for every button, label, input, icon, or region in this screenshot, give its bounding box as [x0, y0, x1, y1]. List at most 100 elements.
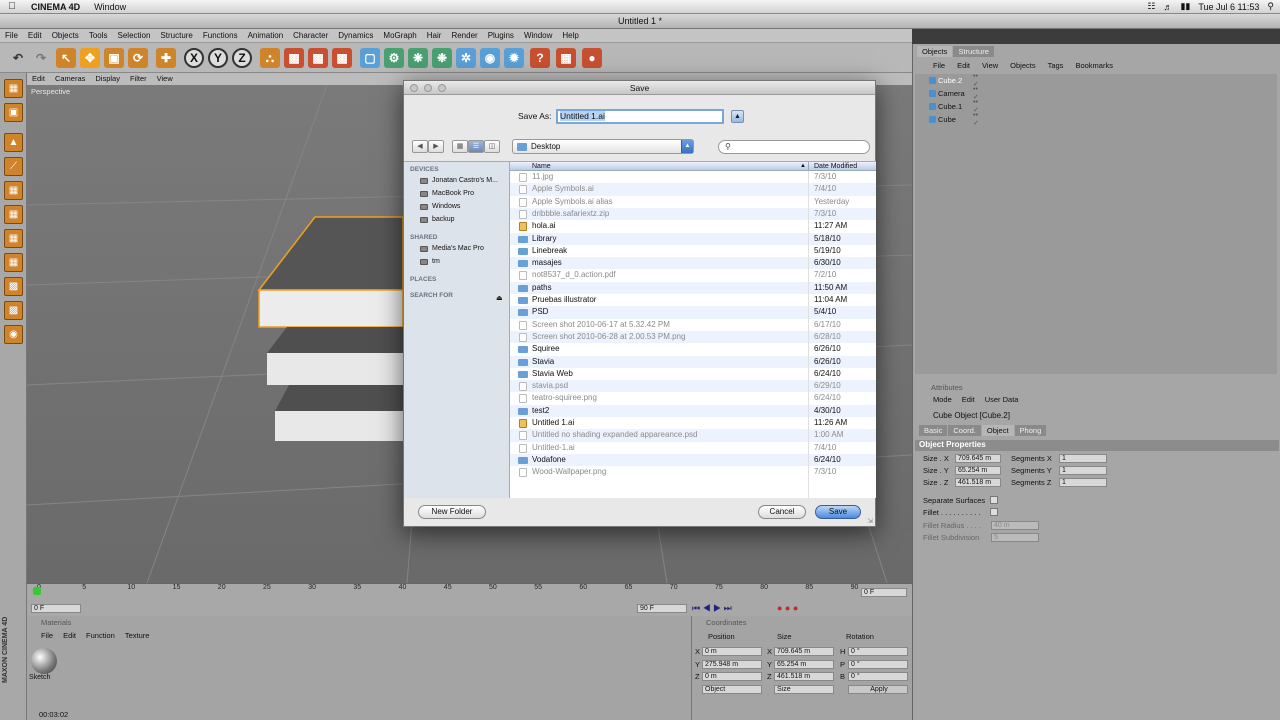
app-menu-item[interactable]: MoGraph	[378, 29, 421, 42]
rotation-field[interactable]: 0 °	[848, 659, 908, 669]
menu-app-name[interactable]: CINEMA 4D	[24, 2, 87, 12]
objects-menu-item[interactable]: Edit	[957, 61, 970, 70]
sidebar-device-item[interactable]: Jonatan Castro's M...	[420, 177, 498, 184]
size-field[interactable]: 65.254 m	[774, 659, 834, 669]
viewport-menu-item[interactable]: Cameras	[50, 73, 90, 85]
select-tool-icon[interactable]: ↖	[56, 48, 76, 68]
app-menu-item[interactable]: Animation	[243, 29, 289, 42]
coord-mode-select[interactable]: Object	[702, 685, 762, 694]
scene-icon[interactable]: ✲	[456, 48, 476, 68]
object-mode-icon[interactable]: ▣	[4, 103, 23, 122]
playhead[interactable]	[33, 587, 41, 595]
segments-x-field[interactable]: 1	[1059, 454, 1107, 463]
attributes-tab[interactable]: Basic	[919, 425, 948, 436]
layout-icon[interactable]: ▦	[556, 48, 576, 68]
search-for-heading[interactable]: SEARCH FOR	[410, 292, 453, 299]
position-field[interactable]: 0 m	[702, 672, 762, 681]
file-row[interactable]: masajes 6/30/10	[510, 257, 876, 270]
size-mode-select[interactable]: Size	[774, 685, 834, 694]
file-list[interactable]: Name ▲ Date Modified 11.jpg 7/3/10 Apple S…	[510, 161, 876, 498]
size-x-field[interactable]: 709.645 m	[955, 454, 1001, 463]
battery-icon[interactable]: ▮▮	[1180, 1, 1190, 12]
viewport-menu-item[interactable]: View	[152, 73, 178, 85]
render-settings-icon[interactable]: ▩	[332, 48, 352, 68]
app-menu-item[interactable]: Objects	[47, 29, 84, 42]
file-row[interactable]: Squiree 6/26/10	[510, 343, 876, 355]
viewport-menu-item[interactable]: Edit	[27, 73, 50, 85]
render-view-icon[interactable]: ▩	[284, 48, 304, 68]
size-field[interactable]: 709.645 m	[774, 647, 834, 656]
app-menu-item[interactable]: Dynamics	[333, 29, 378, 42]
app-menu-item[interactable]: Functions	[198, 29, 243, 42]
playback-controls-icon[interactable]: ⏮ ◀ ▶ ⏭	[692, 603, 732, 614]
size-z-field[interactable]: 461.518 m	[955, 478, 1001, 487]
list-view-button[interactable]: ☰	[468, 140, 484, 153]
redo-icon[interactable]: ↷	[31, 48, 51, 68]
size-y-field[interactable]: 65.254 m	[955, 466, 1001, 475]
object-tree-item[interactable]: Cube •• ✓	[929, 112, 979, 127]
file-row[interactable]: stavia.psd 6/29/10	[510, 380, 876, 393]
materials-menu-item[interactable]: Texture	[125, 631, 150, 640]
file-row[interactable]: Stavia 6/26/10	[510, 355, 876, 368]
icon-view-button[interactable]: ▦	[452, 140, 468, 153]
app-menu-item[interactable]: Tools	[84, 29, 113, 42]
apply-button[interactable]: Apply	[848, 685, 908, 694]
z-axis-lock-icon[interactable]: Z	[232, 48, 252, 68]
app-menu-item[interactable]: Window	[519, 29, 557, 42]
file-row[interactable]: Screen shot 2010-06-28 at 2.00.53 PM.png…	[510, 330, 876, 344]
texture-mode-icon[interactable]: ▦	[4, 205, 23, 224]
camera-icon[interactable]: ◉	[480, 48, 500, 68]
size-field[interactable]: 461.518 m	[774, 672, 834, 681]
polygons-mode-icon[interactable]: ▦	[4, 181, 23, 200]
file-row[interactable]: Untitled 1.ai 11:26 AM	[510, 417, 876, 429]
forward-button[interactable]: ▶	[428, 140, 444, 153]
fillet-checkbox[interactable]	[990, 508, 998, 516]
spotlight-icon[interactable]: ⚲	[1267, 1, 1274, 12]
attributes-menu-item[interactable]: Edit	[962, 395, 975, 404]
objects-tab[interactable]: Structure	[953, 46, 994, 57]
file-row[interactable]: paths 11:50 AM	[510, 281, 876, 294]
file-row[interactable]: Wood-Wallpaper.png 7/3/10	[510, 466, 876, 478]
materials-menu-item[interactable]: Function	[86, 631, 115, 640]
minimize-window-icon[interactable]	[424, 84, 432, 92]
fillet-radius-field[interactable]: 40 m	[991, 521, 1039, 530]
file-row[interactable]: hola.ai 11:27 AM	[510, 220, 876, 232]
file-row[interactable]: Library 5/18/10	[510, 232, 876, 245]
close-window-icon[interactable]	[410, 84, 418, 92]
sidebar-device-item[interactable]: Windows	[420, 203, 460, 210]
snap-icon[interactable]: ▦	[4, 253, 23, 272]
objects-tab[interactable]: Objects	[917, 46, 953, 57]
model-mode-icon[interactable]: ▦	[4, 79, 23, 98]
wifi-icon[interactable]: ☷	[1147, 1, 1155, 12]
app-menu-item[interactable]: Structure	[155, 29, 197, 42]
save-button[interactable]: Save	[815, 505, 861, 519]
segments-y-field[interactable]: 1	[1059, 466, 1107, 475]
frame-display-field[interactable]: 0 F	[861, 588, 907, 597]
nurbs-icon[interactable]: ⚙	[384, 48, 404, 68]
resize-grip-icon[interactable]: ⇲	[867, 517, 873, 525]
segments-z-field[interactable]: 1	[1059, 478, 1107, 487]
app-menu-item[interactable]: Render	[446, 29, 482, 42]
file-row[interactable]: Vodafone 6/24/10	[510, 453, 876, 467]
file-row[interactable]: dribbble.safariextz.zip 7/3/10	[510, 207, 876, 221]
timeline[interactable]: 051015202530354045505560657075808590 0 F…	[27, 583, 912, 616]
menu-window[interactable]: Window	[87, 2, 133, 12]
visibility-dots-icon[interactable]: •• ✓	[973, 112, 979, 127]
search-field[interactable]: ⚲	[718, 140, 870, 154]
rotate-tool-icon[interactable]: ⟳	[128, 48, 148, 68]
file-row[interactable]: not8537_d_0.action.pdf 7/2/10	[510, 269, 876, 281]
sidebar-shared-item[interactable]: Media's Mac Pro	[420, 245, 484, 252]
date-column-header[interactable]: Date Modified	[814, 162, 857, 171]
file-row[interactable]: Untitled no shading expanded appareance.…	[510, 429, 876, 442]
light-icon[interactable]: ✹	[504, 48, 524, 68]
objects-menu-item[interactable]: File	[933, 61, 945, 70]
render-picture-viewer-icon[interactable]: ▩	[308, 48, 328, 68]
sculpt-icon[interactable]: ▩	[4, 301, 23, 320]
clock[interactable]: Tue Jul 6 11:53	[1198, 2, 1259, 12]
file-row[interactable]: PSD 5/4/10	[510, 306, 876, 319]
separate-surfaces-checkbox[interactable]	[990, 496, 998, 504]
help-icon[interactable]: ?	[530, 48, 550, 68]
render-active-icon[interactable]: ●	[582, 48, 602, 68]
file-row[interactable]: Stavia Web 6/24/10	[510, 368, 876, 380]
sidebar-device-item[interactable]: backup	[420, 216, 455, 223]
